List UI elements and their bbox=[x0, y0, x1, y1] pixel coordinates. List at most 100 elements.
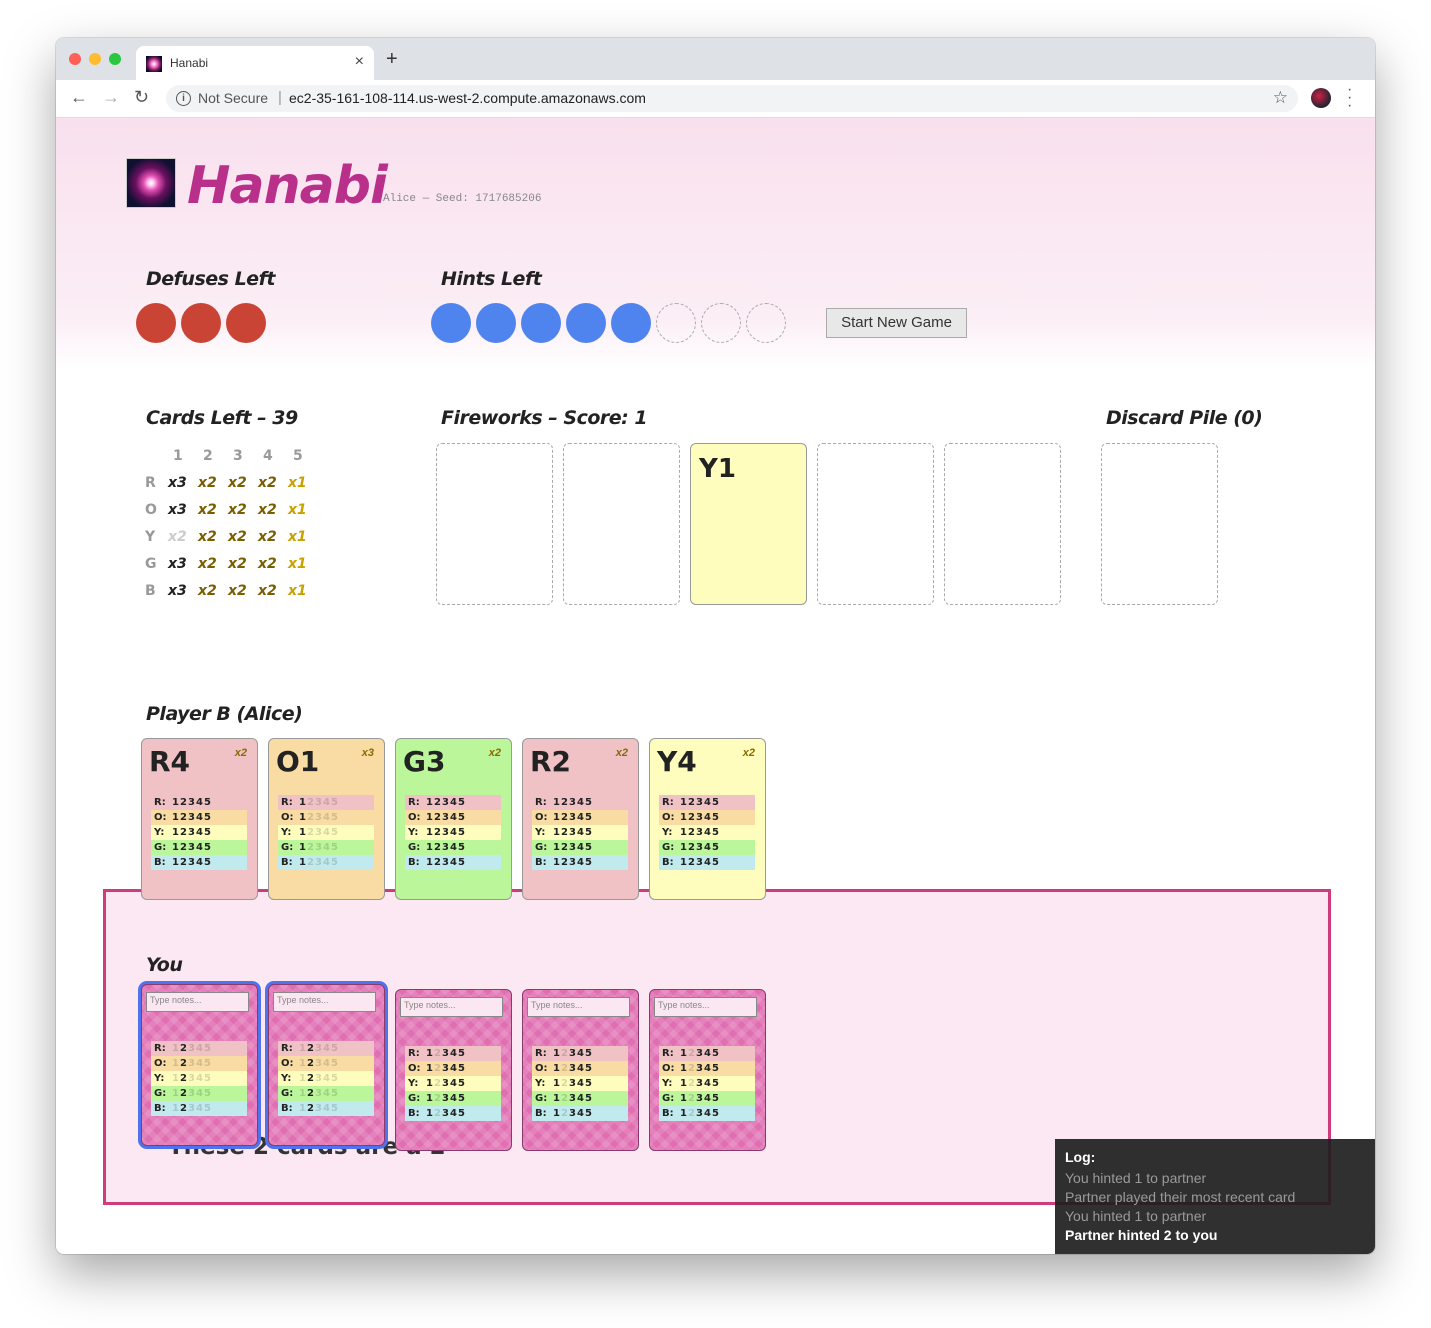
possibility-row: G: 12345 bbox=[278, 1086, 374, 1101]
maximize-window-button[interactable] bbox=[109, 53, 121, 65]
possibility-number: 4 bbox=[704, 842, 711, 853]
possibility-number: 2 bbox=[434, 1078, 441, 1089]
card-notes-input[interactable]: Type notes... bbox=[400, 997, 503, 1017]
new-tab-icon[interactable]: + bbox=[386, 49, 398, 69]
partner-card[interactable]: R4 x2 R: 12345 O: 12345 Y: 12345 G: 12345 B: 12345 bbox=[141, 738, 258, 900]
log-entry: Partner hinted 2 to you bbox=[1065, 1227, 1218, 1243]
possibility-number: 4 bbox=[704, 1108, 711, 1119]
possibility-number: 2 bbox=[561, 827, 568, 838]
you-heading: You bbox=[146, 954, 183, 976]
possibility-number: 4 bbox=[196, 1103, 203, 1114]
possibility-color-label: G: bbox=[281, 1088, 294, 1099]
possibility-color-label: R: bbox=[154, 1043, 166, 1054]
card-notes-input[interactable]: Type notes... bbox=[654, 997, 757, 1017]
discard-pile[interactable] bbox=[1101, 443, 1218, 605]
hint-token-available bbox=[476, 303, 516, 343]
my-card[interactable]: Type notes... R: 12345 O: 12345 Y: 12345 G: 1234… bbox=[268, 984, 385, 1146]
possibility-row: B: 12345 bbox=[151, 1101, 247, 1116]
possibility-number: 4 bbox=[577, 1063, 584, 1074]
possibility-number: 5 bbox=[712, 827, 719, 838]
card-label: R2 bbox=[530, 745, 572, 778]
forward-icon[interactable]: → bbox=[102, 87, 120, 108]
url-text[interactable]: ec2-35-161-108-114.us-west-2.compute.ama… bbox=[289, 90, 646, 106]
possibility-color-label: B: bbox=[154, 1103, 166, 1114]
possibility-row: O: 12345 bbox=[659, 810, 755, 825]
my-card[interactable]: Type notes... R: 12345 O: 12345 Y: 12345 G: 1234… bbox=[649, 989, 766, 1151]
browser-tab[interactable]: Hanabi × bbox=[136, 46, 374, 80]
possibility-number: 4 bbox=[577, 827, 584, 838]
possibility-number: 3 bbox=[188, 797, 195, 808]
hint-token-used bbox=[701, 303, 741, 343]
browser-window: Hanabi × + ← → ↻ i Not Secure | ec2-35-1… bbox=[56, 38, 1375, 1254]
cards-left-count: x3 bbox=[168, 475, 187, 491]
possibility-color-label: G: bbox=[535, 842, 548, 853]
possibility-number: 1 bbox=[172, 1073, 179, 1084]
possibility-number: 2 bbox=[307, 1058, 314, 1069]
my-card[interactable]: Type notes... R: 12345 O: 12345 Y: 12345 G: 1234… bbox=[395, 989, 512, 1151]
info-icon[interactable]: i bbox=[176, 91, 191, 106]
cards-left-col-header: 1 bbox=[173, 448, 183, 464]
possibility-number: 1 bbox=[299, 1043, 306, 1054]
possibility-color-label: G: bbox=[662, 842, 675, 853]
possibility-number: 4 bbox=[450, 1093, 457, 1104]
possibility-number: 2 bbox=[180, 827, 187, 838]
possibility-color-label: O: bbox=[281, 812, 294, 823]
possibility-number: 5 bbox=[331, 797, 338, 808]
possibility-number: 3 bbox=[442, 1063, 449, 1074]
possibility-color-label: B: bbox=[281, 857, 293, 868]
possibility-number: 4 bbox=[450, 1048, 457, 1059]
possibility-color-label: Y: bbox=[535, 1078, 546, 1089]
card-notes-input[interactable]: Type notes... bbox=[146, 992, 249, 1012]
possibility-number: 2 bbox=[688, 827, 695, 838]
possibility-grid: R: 12345 O: 12345 Y: 12345 G: 12345 B: 12345 bbox=[405, 795, 501, 870]
possibility-number: 1 bbox=[553, 827, 560, 838]
reload-icon[interactable]: ↻ bbox=[134, 87, 149, 108]
my-card[interactable]: Type notes... R: 12345 O: 12345 Y: 12345 G: 1234… bbox=[522, 989, 639, 1151]
possibility-number: 5 bbox=[458, 842, 465, 853]
possibility-number: 1 bbox=[299, 827, 306, 838]
possibility-row: B: 12345 bbox=[532, 855, 628, 870]
possibility-color-label: R: bbox=[535, 1048, 547, 1059]
partner-card[interactable]: R2 x2 R: 12345 O: 12345 Y: 12345 G: 12345 B: 12345 bbox=[522, 738, 639, 900]
possibility-number: 4 bbox=[704, 1063, 711, 1074]
cards-left-row-label: O bbox=[145, 502, 157, 518]
card-notes-input[interactable]: Type notes... bbox=[527, 997, 630, 1017]
possibility-number: 3 bbox=[315, 827, 322, 838]
possibility-number: 2 bbox=[434, 1048, 441, 1059]
minimize-window-button[interactable] bbox=[89, 53, 101, 65]
back-icon[interactable]: ← bbox=[70, 87, 88, 108]
possibility-row: G: 12345 bbox=[532, 840, 628, 855]
cards-left-count: x2 bbox=[228, 556, 247, 572]
possibility-number: 1 bbox=[426, 812, 433, 823]
possibility-color-label: R: bbox=[281, 797, 293, 808]
possibility-number: 1 bbox=[299, 1058, 306, 1069]
possibility-color-label: R: bbox=[154, 797, 166, 808]
menu-dots-icon[interactable]: · · · bbox=[1347, 82, 1352, 114]
possibility-number: 4 bbox=[196, 842, 203, 853]
possibility-number: 4 bbox=[323, 797, 330, 808]
possibility-color-label: R: bbox=[408, 797, 420, 808]
address-bar[interactable]: i Not Secure | ec2-35-161-108-114.us-wes… bbox=[166, 85, 1298, 112]
start-new-game-button[interactable]: Start New Game bbox=[826, 308, 967, 338]
possibility-color-label: Y: bbox=[408, 827, 419, 838]
profile-avatar[interactable] bbox=[1311, 88, 1331, 108]
possibility-color-label: B: bbox=[408, 1108, 420, 1119]
hint-token-used bbox=[746, 303, 786, 343]
partner-card[interactable]: G3 x2 R: 12345 O: 12345 Y: 12345 G: 12345 B: 12345 bbox=[395, 738, 512, 900]
partner-card[interactable]: O1 x3 R: 12345 O: 12345 Y: 12345 G: 12345 B: 12345 bbox=[268, 738, 385, 900]
bookmark-star-icon[interactable]: ☆ bbox=[1273, 88, 1288, 108]
partner-card[interactable]: Y4 x2 R: 12345 O: 12345 Y: 12345 G: 12345 B: 12345 bbox=[649, 738, 766, 900]
close-tab-icon[interactable]: × bbox=[355, 53, 364, 71]
possibility-number: 2 bbox=[180, 797, 187, 808]
possibility-number: 4 bbox=[577, 857, 584, 868]
my-card[interactable]: Type notes... R: 12345 O: 12345 Y: 12345 G: 1234… bbox=[141, 984, 258, 1146]
cards-left-count: x2 bbox=[198, 529, 217, 545]
possibility-row: G: 12345 bbox=[405, 840, 501, 855]
firework-slot-green bbox=[817, 443, 934, 605]
possibility-number: 1 bbox=[680, 1063, 687, 1074]
possibility-row: R: 12345 bbox=[659, 795, 755, 810]
possibility-row: Y: 12345 bbox=[278, 1071, 374, 1086]
close-window-button[interactable] bbox=[69, 53, 81, 65]
card-notes-input[interactable]: Type notes... bbox=[273, 992, 376, 1012]
possibility-number: 2 bbox=[434, 1108, 441, 1119]
